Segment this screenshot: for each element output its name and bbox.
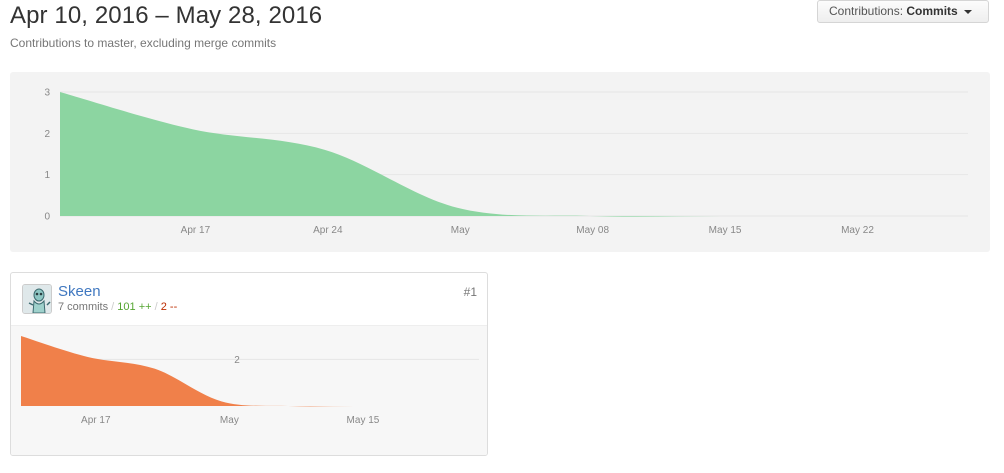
x-tick-label: May 15: [709, 225, 742, 236]
deletions-count: 2 --: [160, 301, 178, 313]
contributor-area-chart: 2 Apr 17 May May 15: [11, 325, 487, 455]
x-tick-label: May 15: [347, 415, 380, 426]
y-tick-label: 3: [44, 88, 50, 99]
y-tick-label: 1: [44, 170, 50, 181]
date-range-title: Apr 10, 2016 – May 28, 2016: [10, 2, 323, 29]
x-tick-label: Apr 17: [181, 225, 211, 236]
caret-down-icon: [964, 9, 973, 14]
x-tick-label: May 08: [576, 225, 609, 236]
y-tick-label: 0: [44, 212, 50, 223]
commit-count: 7 commits: [58, 301, 109, 313]
dropdown-selected-value: Commits: [906, 4, 958, 18]
series-area: [60, 92, 968, 217]
x-tick-label: Apr 24: [313, 225, 343, 236]
series-area: [21, 336, 479, 407]
contributor-card: Skeen 7 commits / 101 ++ / 2 -- #1 2 Apr …: [10, 272, 488, 456]
x-tick-label: May: [220, 415, 239, 426]
additions-count: 101 ++: [117, 301, 152, 313]
x-tick-label: Apr 17: [81, 415, 111, 426]
dropdown-label: Contributions:: [829, 4, 904, 18]
contributor-rank: #1: [463, 285, 477, 299]
avatar-icon[interactable]: [22, 284, 52, 314]
x-tick-label: May 22: [841, 225, 874, 236]
contributor-name-link[interactable]: Skeen: [58, 283, 101, 300]
y-tick-label: 2: [234, 355, 240, 366]
commits-chart-svg: 0 1 2 3 Apr 17 Apr 24 May May 08 May 15 May 22: [44, 88, 968, 236]
contributor-chart-svg: 2 Apr 17 May May 15: [21, 336, 479, 426]
contributor-stats: 7 commits / 101 ++ / 2 --: [58, 301, 178, 313]
y-tick-label: 2: [44, 129, 50, 140]
commits-area-chart: 0 1 2 3 Apr 17 Apr 24 May May 08 May 15 May 22: [10, 72, 990, 252]
x-tick-label: May: [451, 225, 470, 236]
contributions-subtitle: Contributions to master, excluding merge…: [10, 36, 277, 50]
contributions-type-dropdown[interactable]: Contributions: Commits: [817, 0, 989, 23]
